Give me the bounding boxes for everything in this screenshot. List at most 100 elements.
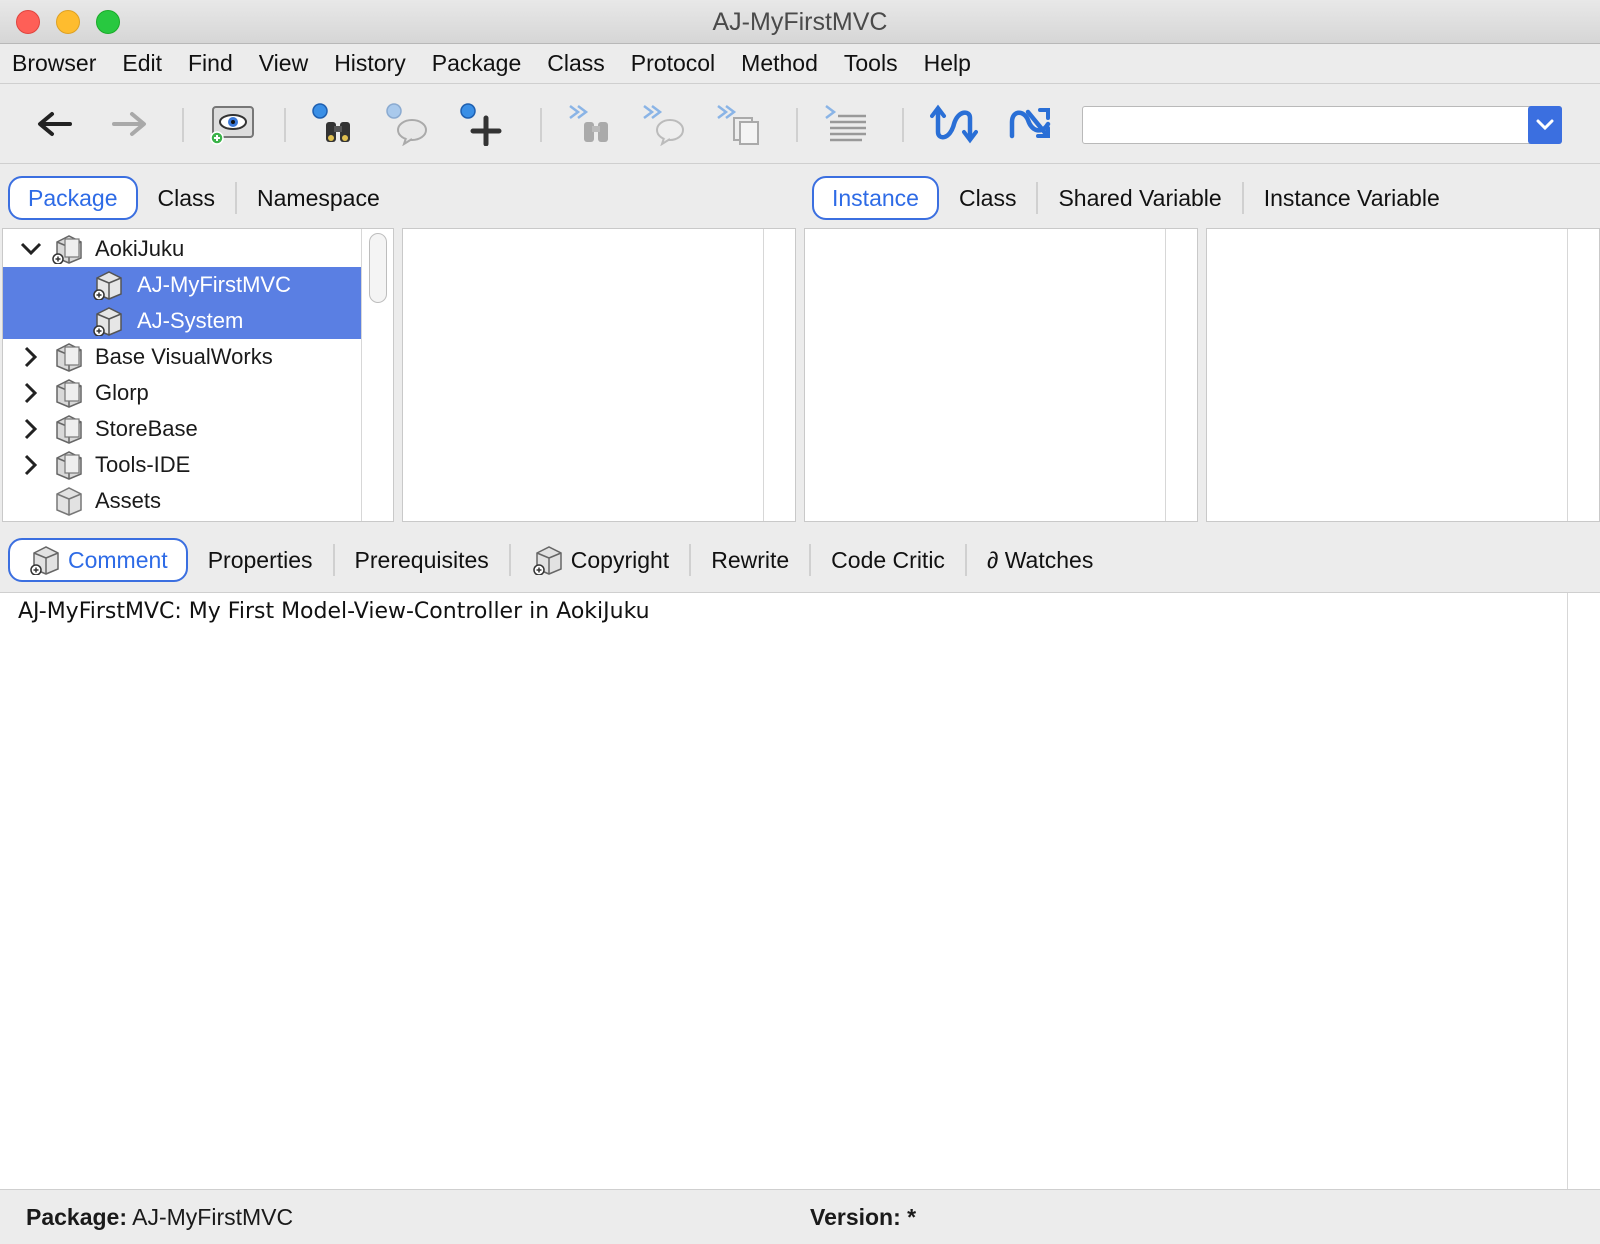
tab-instance-variable[interactable]: Instance Variable [1244,176,1460,220]
chevron-right-icon[interactable] [19,345,43,369]
back-button[interactable] [28,98,80,150]
tree-item-storebase[interactable]: StoreBase [3,411,361,447]
package-tree-pane[interactable]: AokiJuku AJ-MyFirstMVC AJ-System Base Vi… [2,228,394,522]
add-plus-icon [460,103,502,146]
tab-copyright-label: Copyright [570,546,670,573]
search-dropdown-button[interactable] [1528,106,1562,144]
toolbar-separator [284,108,286,142]
tree-item-tools-ide[interactable]: Tools-IDE [3,447,361,483]
menu-class[interactable]: Class [547,50,605,77]
back-arrow-icon [38,112,72,136]
tab-comment-label: Comment [68,546,168,573]
search-combobox[interactable] [1082,106,1562,144]
chevron-right-icon[interactable] [19,381,43,405]
package-bundle-icon [51,450,85,480]
tab-package[interactable]: Package [8,176,138,220]
tab-shared-variable[interactable]: Shared Variable [1038,176,1241,220]
tab-properties[interactable]: Properties [188,538,333,582]
scope-tabs: Instance Class Shared Variable Instance … [812,176,1460,220]
find-references-button[interactable] [382,98,434,150]
tree-item-label: Assets [95,488,162,513]
package-bundle-icon [51,378,85,408]
find-speech-icon [386,103,427,146]
menu-history[interactable]: History [334,50,406,77]
status-package-label: Package: [26,1204,128,1230]
text-lines-icon [825,105,866,142]
menu-edit[interactable]: Edit [122,50,162,77]
find-next-pages-icon [717,105,759,145]
tab-namespace[interactable]: Namespace [237,176,400,220]
menu-help[interactable]: Help [924,50,971,77]
tab-copyright[interactable]: Copyright [511,538,689,582]
chevron-down-icon[interactable] [19,237,43,261]
tab-instance[interactable]: Instance [812,176,939,220]
forward-button[interactable] [104,98,156,150]
tab-code-critic[interactable]: Code Critic [811,538,965,582]
text-lines-button[interactable] [820,98,872,150]
tree-item-label: AokiJuku [95,236,185,261]
forward-arrow-icon [112,112,146,136]
comment-scrollbar[interactable] [1567,593,1600,1189]
chevron-right-icon[interactable] [19,417,43,441]
tree-item-base-visualworks[interactable]: Base VisualWorks [3,339,361,375]
find-next-references-button[interactable] [638,98,690,150]
menu-method[interactable]: Method [741,50,818,77]
find-next-pages-button[interactable] [712,98,764,150]
tree-item-aj-myfirstmvc[interactable]: AJ-MyFirstMVC [3,267,361,303]
menu-tools[interactable]: Tools [844,50,898,77]
protocol-list-pane[interactable] [804,228,1198,522]
find-button[interactable] [308,98,360,150]
menu-package[interactable]: Package [432,50,522,77]
package-bundle-icon [51,414,85,444]
tab-class-side[interactable]: Class [939,176,1037,220]
tree-item-aj-system[interactable]: AJ-System [3,303,361,339]
visual-button[interactable] [206,98,258,150]
tab-watches[interactable]: ∂ Watches [967,538,1113,582]
find-next-speech-icon [643,105,684,146]
package-icon [51,486,85,516]
tree-item-label: StoreBase [95,416,198,441]
menu-bar: Browser Edit Find View History Package C… [0,44,1600,84]
tree-item-label: AJ-MyFirstMVC [137,272,291,297]
class-list-pane[interactable] [402,228,796,522]
package-tree-scrollbar[interactable] [361,229,393,521]
find-next-binoculars-icon [569,105,608,142]
menu-browser[interactable]: Browser [12,50,96,77]
scrollbar-thumb[interactable] [369,233,387,303]
package-icon [91,306,125,337]
toolbar-separator [796,108,798,142]
tree-item-label: AJ-System [137,308,244,333]
toolbar-separator [540,108,542,142]
navigator-tabs: Package Class Namespace [8,176,400,220]
protocol-list-scrollbar[interactable] [1165,229,1197,521]
find-next-button[interactable] [564,98,616,150]
chevron-down-icon [1536,119,1554,131]
refresh-button[interactable] [928,98,980,150]
tab-rewrite[interactable]: Rewrite [691,538,809,582]
add-button[interactable] [456,98,508,150]
class-list-scrollbar[interactable] [763,229,795,521]
comment-text[interactable]: AJ-MyFirstMVC: My First Model-View-Contr… [18,599,650,624]
status-version-value: * [907,1204,917,1230]
tree-item-assets[interactable]: Assets [3,483,361,519]
tab-class[interactable]: Class [138,176,236,220]
method-list-pane[interactable] [1206,228,1600,522]
method-list-scrollbar[interactable] [1567,229,1599,521]
refresh-icon [930,104,978,144]
search-input[interactable] [1083,107,1523,143]
shuffle-button[interactable] [1004,98,1056,150]
chevron-right-icon[interactable] [19,453,43,477]
find-binoculars-icon [312,103,350,142]
menu-view[interactable]: View [259,50,308,77]
status-version: Version: * [810,1204,916,1231]
tree-item-aokijuku[interactable]: AokiJuku [3,231,361,267]
comment-editor[interactable]: AJ-MyFirstMVC: My First Model-View-Contr… [0,592,1600,1190]
tree-item-glorp[interactable]: Glorp [3,375,361,411]
tab-prerequisites[interactable]: Prerequisites [335,538,509,582]
toolbar [0,84,1600,164]
menu-find[interactable]: Find [188,50,233,77]
detail-tabs: Comment Properties Prerequisites Copyrig… [8,538,1113,582]
package-bundle-icon [51,342,85,372]
tab-comment[interactable]: Comment [8,538,188,582]
menu-protocol[interactable]: Protocol [631,50,715,77]
